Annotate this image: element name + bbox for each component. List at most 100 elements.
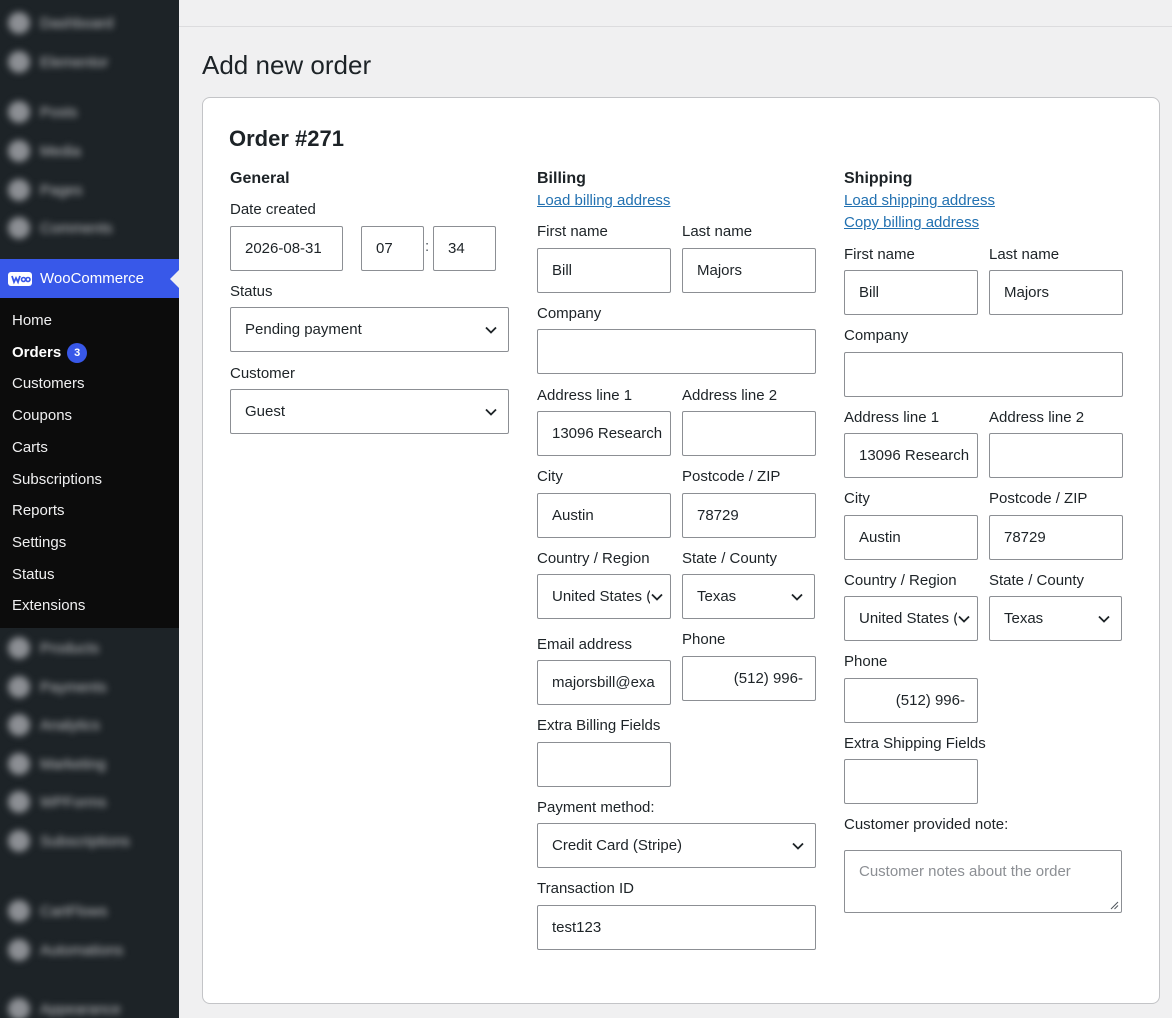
billing-address1-input[interactable]: 13096 Research xyxy=(537,411,671,456)
submenu-customers[interactable]: Customers xyxy=(12,375,85,392)
shipping-company-input[interactable] xyxy=(844,352,1123,397)
media-icon xyxy=(8,140,30,162)
header-divider xyxy=(179,26,1172,27)
billing-city-input[interactable]: Austin xyxy=(537,493,671,538)
billing-company-input[interactable] xyxy=(537,329,816,374)
shipping-state-value: Texas xyxy=(1004,610,1044,627)
submenu-subscriptions[interactable]: Subscriptions xyxy=(12,471,102,488)
shipping-last-name-label: Last name xyxy=(989,246,1060,263)
shipping-state-label: State / County xyxy=(989,572,1085,589)
sidebar-item-analytics[interactable]: Analytics xyxy=(8,714,100,736)
payment-method-label: Payment method: xyxy=(537,799,655,816)
submenu-settings[interactable]: Settings xyxy=(12,534,66,551)
sidebar-item-payments[interactable]: Payments xyxy=(8,676,107,698)
payments-icon xyxy=(8,676,30,698)
woocommerce-label: WooCommerce xyxy=(40,270,144,287)
submenu-extensions[interactable]: Extensions xyxy=(12,597,85,614)
shipping-first-name-input[interactable]: Bill xyxy=(844,270,978,315)
general-section-title: General xyxy=(230,170,290,187)
sidebar-item-subscriptions-plugin[interactable]: Subscriptions xyxy=(8,830,130,852)
billing-last-name-input[interactable]: Majors xyxy=(682,248,816,293)
sidebar-item-appearance[interactable]: Appearance xyxy=(8,998,121,1018)
customer-note-textarea[interactable]: Customer notes about the order xyxy=(844,850,1122,913)
orders-count-badge: 3 xyxy=(67,343,88,363)
shipping-address1-input[interactable]: 13096 Research xyxy=(844,433,978,478)
status-select-value: Pending payment xyxy=(245,321,362,338)
copy-billing-address-link[interactable]: Copy billing address xyxy=(844,214,979,231)
extra-shipping-fields-input[interactable] xyxy=(844,759,978,804)
extra-billing-fields-label: Extra Billing Fields xyxy=(537,717,661,734)
billing-address2-input[interactable] xyxy=(682,411,816,456)
order-title: Order #271 xyxy=(229,126,344,151)
submenu-orders[interactable]: Orders 3 xyxy=(12,343,88,363)
shipping-postcode-input[interactable]: 78729 xyxy=(989,515,1123,560)
billing-email-input[interactable]: majorsbill@exa xyxy=(537,660,671,705)
submenu-reports[interactable]: Reports xyxy=(12,502,65,519)
billing-first-name-input[interactable]: Bill xyxy=(537,248,671,293)
billing-phone-input[interactable]: (512) 996- xyxy=(682,656,816,701)
sidebar-item-pages[interactable]: Pages xyxy=(8,179,83,201)
customer-note-label: Customer provided note: xyxy=(844,816,1009,833)
sidebar-item-cartflows[interactable]: CartFlows xyxy=(8,900,108,922)
load-billing-address-link[interactable]: Load billing address xyxy=(537,192,670,209)
chevron-down-icon xyxy=(651,593,663,601)
minute-input[interactable]: 34 xyxy=(433,226,496,271)
billing-email-label: Email address xyxy=(537,636,633,653)
submenu-carts[interactable]: Carts xyxy=(12,439,48,456)
load-shipping-address-link[interactable]: Load shipping address xyxy=(844,192,995,209)
billing-state-value: Texas xyxy=(697,588,737,605)
hour-input[interactable]: 07 xyxy=(361,226,424,271)
automations-icon xyxy=(8,939,30,961)
payment-method-select[interactable]: Credit Card (Stripe) xyxy=(537,823,816,868)
billing-address1-label: Address line 1 xyxy=(537,387,633,404)
billing-state-label: State / County xyxy=(682,550,778,567)
shipping-country-value: United States (US) xyxy=(859,610,957,627)
date-created-input[interactable]: 2026-08-31 xyxy=(230,226,343,271)
dashboard-icon xyxy=(8,12,30,34)
sidebar-item-comments[interactable]: Comments xyxy=(8,217,113,239)
sidebar-item-wpforms[interactable]: WPForms xyxy=(8,791,107,813)
submenu-home[interactable]: Home xyxy=(12,312,52,329)
billing-country-value: United States (US) xyxy=(552,588,650,605)
admin-sidebar: Dashboard Elementor Posts Media Pages Co… xyxy=(0,0,179,1018)
extra-billing-fields-input[interactable] xyxy=(537,742,671,787)
chevron-down-icon xyxy=(792,842,804,850)
shipping-city-input[interactable]: Austin xyxy=(844,515,978,560)
shipping-state-select[interactable]: Texas xyxy=(989,596,1122,641)
customer-select[interactable]: Guest xyxy=(230,389,509,434)
submenu-coupons[interactable]: Coupons xyxy=(12,407,72,424)
appearance-icon xyxy=(8,998,30,1018)
sidebar-item-elementor[interactable]: Elementor xyxy=(8,51,108,73)
elementor-icon xyxy=(8,51,30,73)
products-icon xyxy=(8,637,30,659)
chevron-down-icon xyxy=(958,615,970,623)
billing-country-select[interactable]: United States (US) xyxy=(537,574,671,619)
billing-state-select[interactable]: Texas xyxy=(682,574,815,619)
shipping-address2-input[interactable] xyxy=(989,433,1123,478)
chevron-down-icon xyxy=(791,593,803,601)
sidebar-item-posts[interactable]: Posts xyxy=(8,101,78,123)
billing-postcode-input[interactable]: 78729 xyxy=(682,493,816,538)
shipping-last-name-input[interactable]: Majors xyxy=(989,270,1123,315)
shipping-company-label: Company xyxy=(844,327,909,344)
submenu-status[interactable]: Status xyxy=(12,566,55,583)
shipping-city-label: City xyxy=(844,490,870,507)
sidebar-item-marketing[interactable]: Marketing xyxy=(8,753,106,775)
customer-label: Customer xyxy=(230,365,296,382)
transaction-id-input[interactable]: test123 xyxy=(537,905,816,950)
shipping-country-select[interactable]: United States (US) xyxy=(844,596,978,641)
sidebar-item-products[interactable]: Products xyxy=(8,637,99,659)
shipping-phone-input[interactable]: (512) 996- xyxy=(844,678,978,723)
payment-method-value: Credit Card (Stripe) xyxy=(552,837,683,854)
sidebar-item-automations[interactable]: Automations xyxy=(8,939,123,961)
sidebar-item-woocommerce[interactable]: WooCommerce xyxy=(0,259,179,298)
resize-grip-icon[interactable] xyxy=(1110,901,1119,910)
sidebar-item-dashboard[interactable]: Dashboard xyxy=(8,12,113,34)
sidebar-item-media[interactable]: Media xyxy=(8,140,81,162)
status-select[interactable]: Pending payment xyxy=(230,307,509,352)
customer-select-value: Guest xyxy=(245,403,286,420)
shipping-postcode-label: Postcode / ZIP xyxy=(989,490,1088,507)
pages-icon xyxy=(8,179,30,201)
chevron-down-icon xyxy=(485,408,497,416)
chevron-down-icon xyxy=(1098,615,1110,623)
